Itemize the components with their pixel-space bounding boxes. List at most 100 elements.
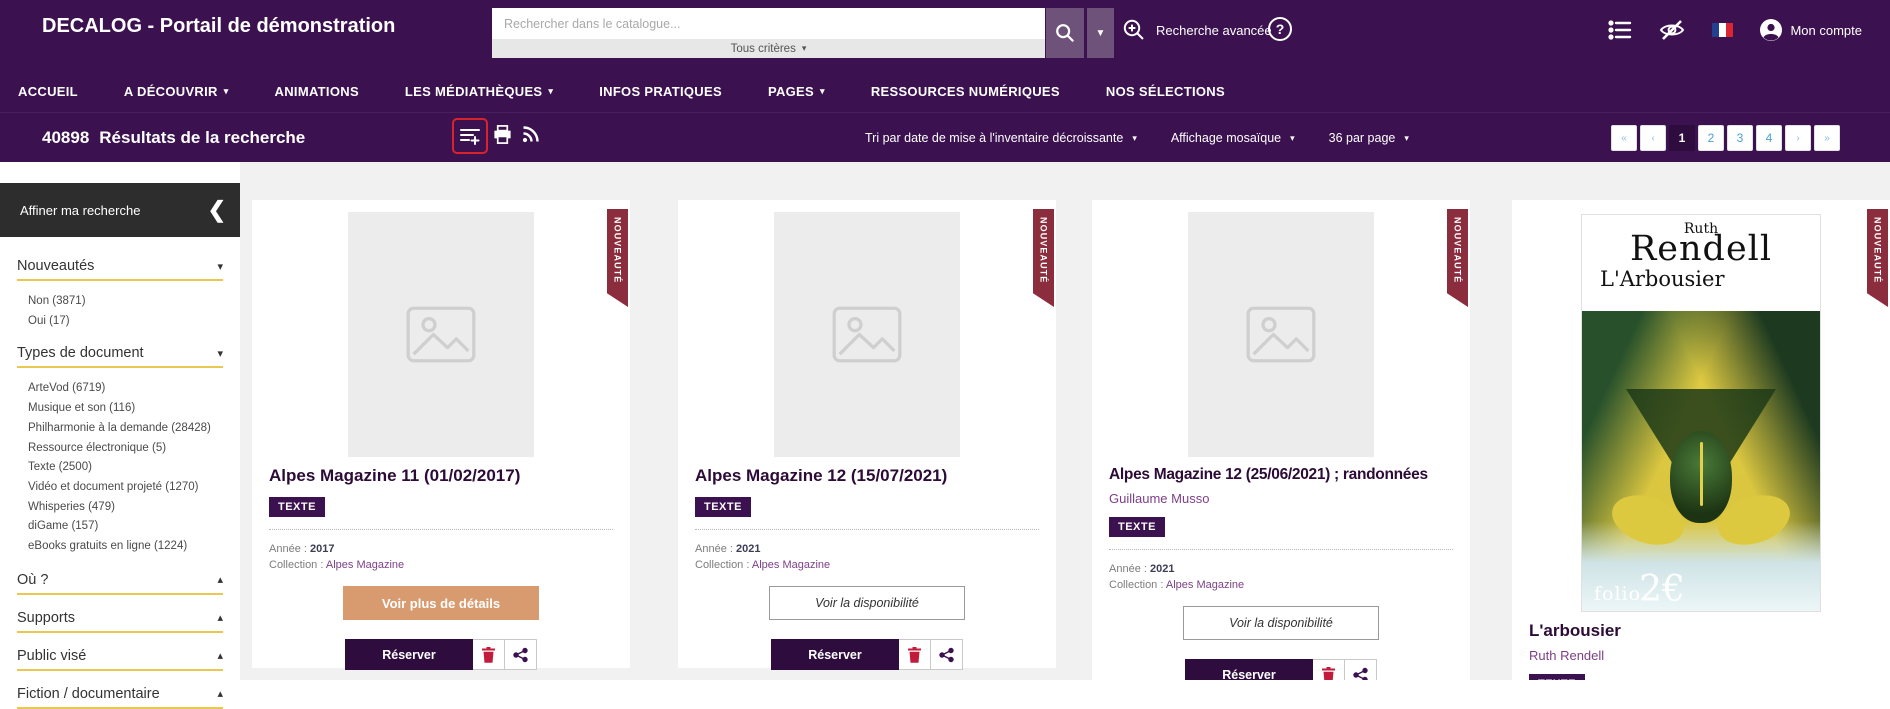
- facet-value[interactable]: Non (3871): [17, 292, 223, 312]
- pagination-first-button[interactable]: «: [1611, 125, 1637, 151]
- pagination-last-button[interactable]: »: [1814, 125, 1840, 151]
- print-button[interactable]: [492, 124, 513, 148]
- chevron-down-icon: ▾: [802, 43, 807, 54]
- cover-author-last: Rendell: [1582, 229, 1820, 269]
- result-title[interactable]: Alpes Magazine 12 (25/06/2021) ; randonn…: [1109, 466, 1453, 484]
- facet-value[interactable]: ArteVod (6719): [17, 379, 223, 399]
- nav-accueil[interactable]: ACCUEIL: [18, 84, 78, 99]
- facet-value[interactable]: diGame (157): [17, 517, 223, 537]
- separator: [695, 529, 1039, 530]
- reserve-button[interactable]: Réserver: [1185, 659, 1313, 680]
- account-button[interactable]: Mon compte: [1759, 18, 1862, 42]
- cover-art-shape: [1670, 431, 1732, 523]
- result-title[interactable]: L'arbousier: [1529, 621, 1873, 641]
- rss-button[interactable]: [521, 124, 541, 147]
- refine-search-header[interactable]: Affiner ma recherche ❮: [0, 183, 240, 237]
- search-criteria-dropdown[interactable]: Tous critères ▾: [492, 39, 1045, 58]
- collection-value[interactable]: Alpes Magazine: [1166, 579, 1244, 591]
- facet-value[interactable]: Ressource électronique (5): [17, 439, 223, 459]
- sort-order-dropdown[interactable]: Tri par date de mise à l'inventaire décr…: [865, 131, 1137, 145]
- nav-label: ACCUEIL: [18, 84, 78, 99]
- pagination-page-2[interactable]: 2: [1698, 125, 1724, 151]
- chevron-down-icon: ▾: [1404, 133, 1409, 144]
- pagination-page-4[interactable]: 4: [1756, 125, 1782, 151]
- image-placeholder-icon: [406, 306, 476, 363]
- facet-nouveautes-toggle[interactable]: Nouveautés ▾: [17, 258, 223, 274]
- facet-value[interactable]: Oui (17): [17, 312, 223, 332]
- reserve-button[interactable]: Réserver: [771, 639, 899, 670]
- french-flag-icon[interactable]: [1712, 23, 1733, 37]
- cover-placeholder[interactable]: [348, 212, 534, 457]
- details-button[interactable]: Voir plus de détails: [343, 586, 539, 620]
- collection-value[interactable]: Alpes Magazine: [752, 559, 830, 571]
- delete-button[interactable]: [899, 639, 931, 670]
- reserve-row: Réserver: [771, 639, 963, 670]
- cover-placeholder[interactable]: [1188, 212, 1374, 457]
- pagination-prev-button[interactable]: ‹: [1640, 125, 1666, 151]
- facet-value[interactable]: eBooks gratuits en ligne (1224): [17, 537, 223, 557]
- add-to-list-button[interactable]: [452, 118, 488, 154]
- nav-pages[interactable]: PAGES ▾: [768, 84, 825, 99]
- account-label: Mon compte: [1790, 23, 1862, 38]
- facet-supports-toggle[interactable]: Supports ▴: [17, 610, 223, 626]
- display-mode-label: Affichage mosaïque: [1171, 131, 1281, 145]
- result-title[interactable]: Alpes Magazine 12 (15/07/2021): [695, 466, 1039, 486]
- display-mode-dropdown[interactable]: Affichage mosaïque ▾: [1171, 131, 1295, 145]
- nav-a-decouvrir[interactable]: A DÉCOUVRIR ▾: [124, 84, 229, 99]
- search-options-button[interactable]: ▼: [1087, 8, 1114, 58]
- facet-value[interactable]: Whisperies (479): [17, 498, 223, 518]
- result-author[interactable]: Ruth Rendell: [1529, 648, 1873, 663]
- facet-value[interactable]: Vidéo et document projeté (1270): [17, 478, 223, 498]
- nav-infos-pratiques[interactable]: INFOS PRATIQUES: [599, 84, 722, 99]
- facet-value[interactable]: Philharmonie à la demande (28428): [17, 419, 223, 439]
- reserve-button[interactable]: Réserver: [345, 639, 473, 670]
- availability-button[interactable]: Voir la disponibilité: [769, 586, 965, 620]
- nav-les-mediatheques[interactable]: LES MÉDIATHÈQUES ▾: [405, 84, 553, 99]
- availability-button[interactable]: Voir la disponibilité: [1183, 606, 1379, 640]
- eye-slash-icon[interactable]: [1658, 18, 1686, 42]
- share-button[interactable]: [931, 639, 963, 670]
- help-button[interactable]: ?: [1268, 17, 1292, 41]
- share-button[interactable]: [1345, 659, 1377, 680]
- result-title[interactable]: Alpes Magazine 11 (01/02/2017): [269, 466, 613, 486]
- nav-animations[interactable]: ANIMATIONS: [275, 84, 359, 99]
- search-input[interactable]: [492, 8, 1045, 39]
- reserve-row: Réserver: [345, 639, 537, 670]
- delete-button[interactable]: [1313, 659, 1345, 680]
- year-label: Année :: [1109, 563, 1147, 575]
- facet-label: Types de document: [17, 345, 217, 361]
- facet-underline: [17, 631, 223, 633]
- search-button[interactable]: [1046, 8, 1084, 58]
- nav-label: A DÉCOUVRIR: [124, 84, 218, 99]
- facet-ou-toggle[interactable]: Où ? ▴: [17, 572, 223, 588]
- share-button[interactable]: [505, 639, 537, 670]
- collection-value[interactable]: Alpes Magazine: [326, 559, 404, 571]
- cover-price: 2€: [1639, 575, 1685, 605]
- delete-button[interactable]: [473, 639, 505, 670]
- nav-label: LES MÉDIATHÈQUES: [405, 84, 542, 99]
- chevron-down-icon: ▾: [820, 86, 825, 97]
- facet-value[interactable]: Musique et son (116): [17, 399, 223, 419]
- pagination-page-3[interactable]: 3: [1727, 125, 1753, 151]
- facet-types-toggle[interactable]: Types de document ▾: [17, 345, 223, 361]
- facet-value[interactable]: Texte (2500): [17, 458, 223, 478]
- nav-ressources-numeriques[interactable]: RESSOURCES NUMÉRIQUES: [871, 84, 1060, 99]
- facet-fiction-toggle[interactable]: Fiction / documentaire ▴: [17, 686, 223, 702]
- per-page-dropdown[interactable]: 36 par page ▾: [1329, 131, 1409, 145]
- facet-public-toggle[interactable]: Public visé ▴: [17, 648, 223, 664]
- new-ribbon: NOUVEAUTÉ: [1447, 209, 1468, 307]
- nav-nos-selections[interactable]: NOS SÉLECTIONS: [1106, 84, 1225, 99]
- cover-placeholder[interactable]: [774, 212, 960, 457]
- user-avatar-icon: [1759, 18, 1783, 42]
- pagination-page-1[interactable]: 1: [1669, 125, 1695, 151]
- advanced-search-link[interactable]: Recherche avancée: [1122, 18, 1272, 42]
- facet-underline: [17, 707, 223, 709]
- search-plus-icon: [1122, 18, 1146, 42]
- add-to-list-icon: [459, 126, 481, 146]
- separator: [1109, 549, 1453, 550]
- list-menu-icon[interactable]: [1608, 19, 1632, 41]
- result-author[interactable]: Guillaume Musso: [1109, 491, 1453, 506]
- book-cover[interactable]: Ruth Rendell L'Arbousier folio 2€: [1581, 214, 1821, 612]
- image-placeholder-icon: [1246, 306, 1316, 363]
- pagination-next-button[interactable]: ›: [1785, 125, 1811, 151]
